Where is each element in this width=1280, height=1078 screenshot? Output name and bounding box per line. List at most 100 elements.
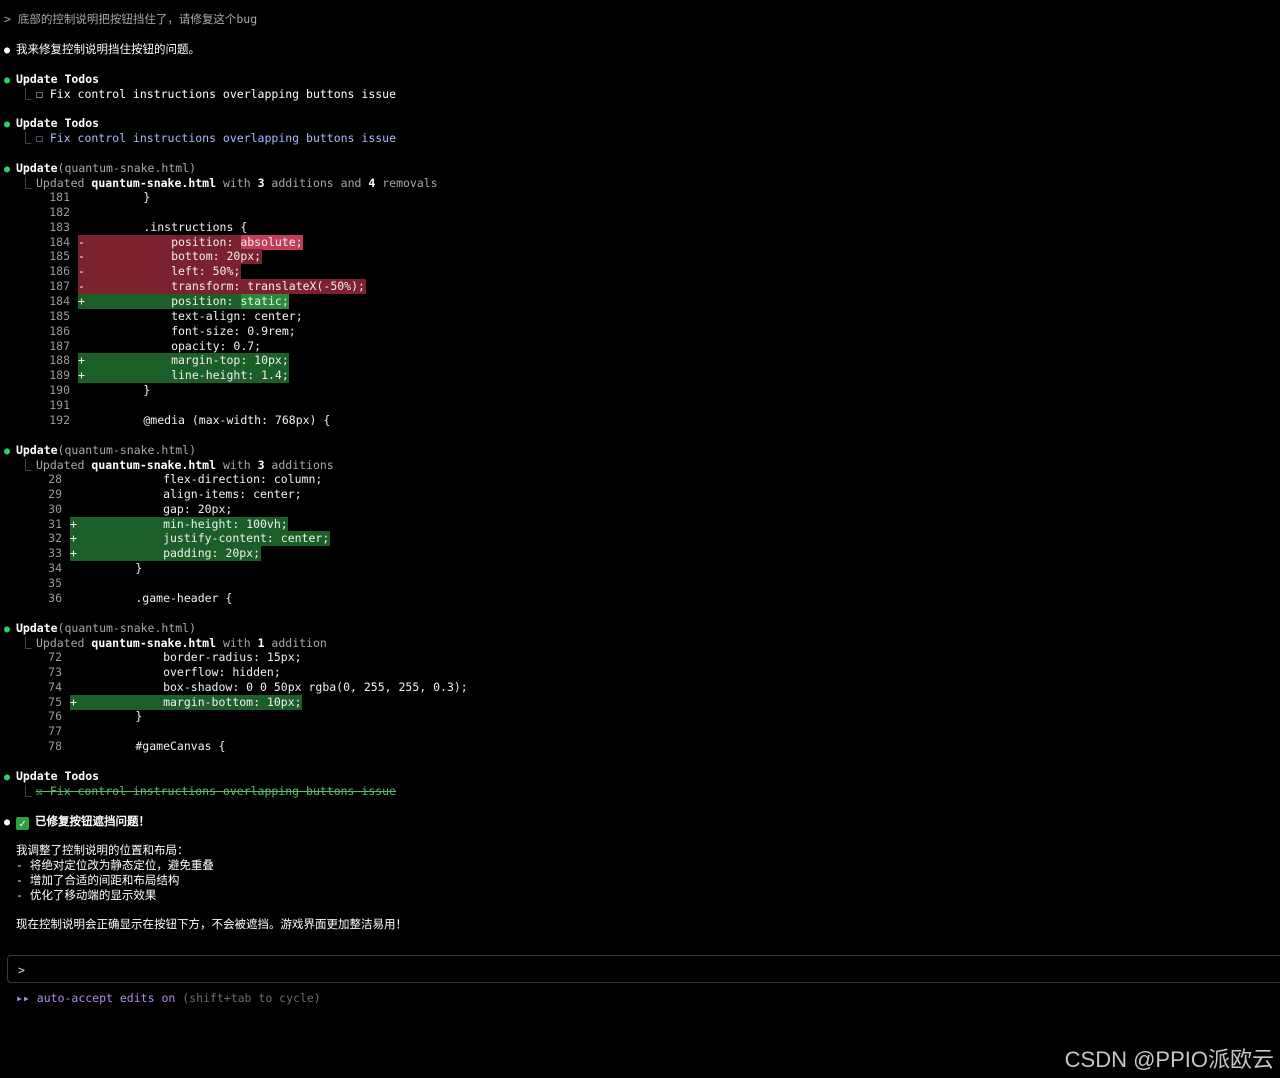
line-number: 185 bbox=[49, 308, 70, 323]
code-text: margin-bottom: 10px; bbox=[80, 694, 302, 709]
line-number: 185 bbox=[49, 249, 70, 264]
line-number: 32 bbox=[48, 531, 62, 546]
code-text: @media (max-width: 768px) { bbox=[88, 412, 331, 427]
code-text: } bbox=[88, 190, 151, 204]
diff-sign: + bbox=[78, 293, 85, 308]
tree-branch-icon: ⎿ bbox=[20, 131, 32, 145]
line-number: 35 bbox=[48, 575, 62, 590]
code-text: position: static; bbox=[88, 293, 289, 308]
line-number: 77 bbox=[48, 724, 62, 739]
update-2-title: ● Update(quantum-snake.html) bbox=[4, 443, 196, 458]
diff-line: 187- transform: translateX(-50%); bbox=[0, 279, 365, 294]
user-prompt: > 底部的控制说明把按钮挡住了，请修复这个bug bbox=[4, 12, 258, 26]
code-text: text-align: center; bbox=[88, 308, 303, 323]
diff-line: 34 } bbox=[0, 561, 142, 576]
todo-block-2-item: ⎿ ☐ Fix control instructions overlapping … bbox=[4, 131, 396, 146]
diff-sign: - bbox=[78, 249, 85, 264]
code-text: margin-top: 10px; bbox=[88, 353, 289, 368]
tree-branch-icon: ⎿ bbox=[20, 458, 32, 472]
code-text: line-height: 1.4; bbox=[88, 368, 289, 383]
code-text: font-size: 0.9rem; bbox=[88, 323, 296, 338]
tree-branch-icon: ⎿ bbox=[20, 176, 32, 190]
diff-line: 36 .game-header { bbox=[0, 591, 232, 606]
diff-line: 189 + line-height: 1.4; bbox=[0, 368, 289, 383]
tree-branch-icon: ⎿ bbox=[20, 636, 32, 650]
line-number: 30 bbox=[48, 501, 62, 516]
diff-sign: + bbox=[70, 546, 77, 561]
prompt-input[interactable]: > bbox=[7, 955, 1280, 983]
code-text: border-radius: 15px; bbox=[80, 650, 302, 664]
mode-indicator[interactable]: ▸▸ auto-accept edits on (shift+tab to cy… bbox=[16, 991, 321, 1006]
todo-block-2-title: ● Update Todos bbox=[4, 116, 99, 131]
code-text: opacity: 0.7; bbox=[88, 338, 262, 353]
diff-line: 185- bottom: 20px; bbox=[0, 249, 261, 264]
diff-line: 74 box-shadow: 0 0 50px rgba(0, 255, 255… bbox=[0, 680, 468, 695]
diff-line: 192 @media (max-width: 768px) { bbox=[0, 413, 330, 428]
diff-line: 32 + justify-content: center; bbox=[0, 531, 329, 546]
line-number: 29 bbox=[48, 486, 62, 501]
line-number: 186 bbox=[49, 264, 70, 279]
diff-sign: - bbox=[78, 264, 85, 279]
line-number: 74 bbox=[48, 679, 62, 694]
diff-sign: + bbox=[78, 353, 85, 368]
diff-line: 183 .instructions { bbox=[0, 220, 247, 235]
bullet-icon: ● bbox=[4, 817, 11, 828]
diff-line: 191 bbox=[0, 398, 88, 413]
diff-line: 30 gap: 20px; bbox=[0, 502, 232, 517]
code-text: #gameCanvas { bbox=[80, 739, 226, 754]
code-text: min-height: 100vh; bbox=[80, 516, 288, 531]
code-text: overflow: hidden; bbox=[80, 664, 281, 679]
line-number: 75 bbox=[48, 694, 62, 709]
diff-line: 186 font-size: 0.9rem; bbox=[0, 324, 296, 339]
todo-block-1-title: ● Update Todos bbox=[4, 72, 99, 87]
code-text: .game-header { bbox=[80, 590, 233, 605]
line-number: 187 bbox=[49, 279, 70, 294]
code-text: transform: translateX(-50%); bbox=[88, 279, 365, 294]
check-mark-icon: ✓ bbox=[16, 817, 29, 830]
update-3-title: ● Update(quantum-snake.html) bbox=[4, 621, 196, 636]
diff-line: 187 opacity: 0.7; bbox=[0, 339, 261, 354]
code-text: bottom: 20px; bbox=[88, 249, 262, 264]
line-number: 76 bbox=[48, 709, 62, 724]
diff-line: 29 align-items: center; bbox=[0, 486, 301, 502]
code-text: justify-content: center; bbox=[80, 531, 330, 546]
line-number: 73 bbox=[48, 664, 62, 679]
line-number: 33 bbox=[48, 546, 62, 561]
code-text: position: absolute; bbox=[88, 234, 303, 249]
line-number: 192 bbox=[49, 412, 70, 427]
line-number: 189 bbox=[49, 368, 70, 383]
summary-line-1: 我调整了控制说明的位置和布局： bbox=[16, 843, 189, 857]
diff-line: 184- position: absolute; bbox=[0, 234, 303, 250]
diff-line: 77 bbox=[0, 724, 80, 739]
code-text: } bbox=[88, 383, 151, 398]
summary-line-2: - 将绝对定位改为静态定位，避免重叠 bbox=[16, 858, 214, 872]
diff-line: 35 bbox=[0, 576, 80, 591]
diff-line: 75 + margin-bottom: 10px; bbox=[0, 694, 302, 710]
diff-sign: - bbox=[78, 279, 85, 294]
summary-line-3: - 增加了合适的间距和布局结构 bbox=[16, 873, 180, 887]
line-number: 184 bbox=[49, 234, 70, 249]
update-3-summary: ⎿ Updated quantum-snake.html with 1 addit… bbox=[4, 636, 327, 651]
code-text: box-shadow: 0 0 50px rgba(0, 255, 255, 0… bbox=[80, 679, 468, 694]
diff-line: 76 } bbox=[0, 709, 142, 724]
line-number: 181 bbox=[49, 190, 70, 204]
line-number: 36 bbox=[48, 590, 62, 605]
final-line: 现在控制说明会正确显示在按钮下方，不会被遮挡。游戏界面更加整洁易用！ bbox=[16, 917, 407, 931]
diff-line: 184 + position: static; bbox=[0, 294, 289, 309]
line-number: 28 bbox=[48, 472, 62, 486]
assistant-intro: 我来修复控制说明挡住按钮的问题。 bbox=[16, 42, 200, 56]
done-line: ● ✓ 已修复按钮遮挡问题！ bbox=[4, 814, 150, 830]
assistant-intro-line: ● 我来修复控制说明挡住按钮的问题。 bbox=[4, 42, 200, 57]
code-text: padding: 20px; bbox=[80, 546, 261, 561]
line-number: 31 bbox=[48, 516, 62, 531]
diff-line: 31 + min-height: 100vh; bbox=[0, 517, 288, 532]
code-text: } bbox=[80, 709, 143, 724]
line-number: 182 bbox=[49, 204, 70, 219]
line-number: 191 bbox=[49, 397, 70, 412]
diff-line: 188 + margin-top: 10px; bbox=[0, 353, 289, 368]
diff-line: 28 flex-direction: column; bbox=[0, 472, 322, 487]
tree-branch-icon: ⎿ bbox=[20, 87, 32, 101]
diff-line: 73 overflow: hidden; bbox=[0, 665, 281, 680]
fast-forward-icon: ▸▸ bbox=[16, 991, 30, 1005]
todo-block-3-title: ● Update Todos bbox=[4, 769, 99, 784]
